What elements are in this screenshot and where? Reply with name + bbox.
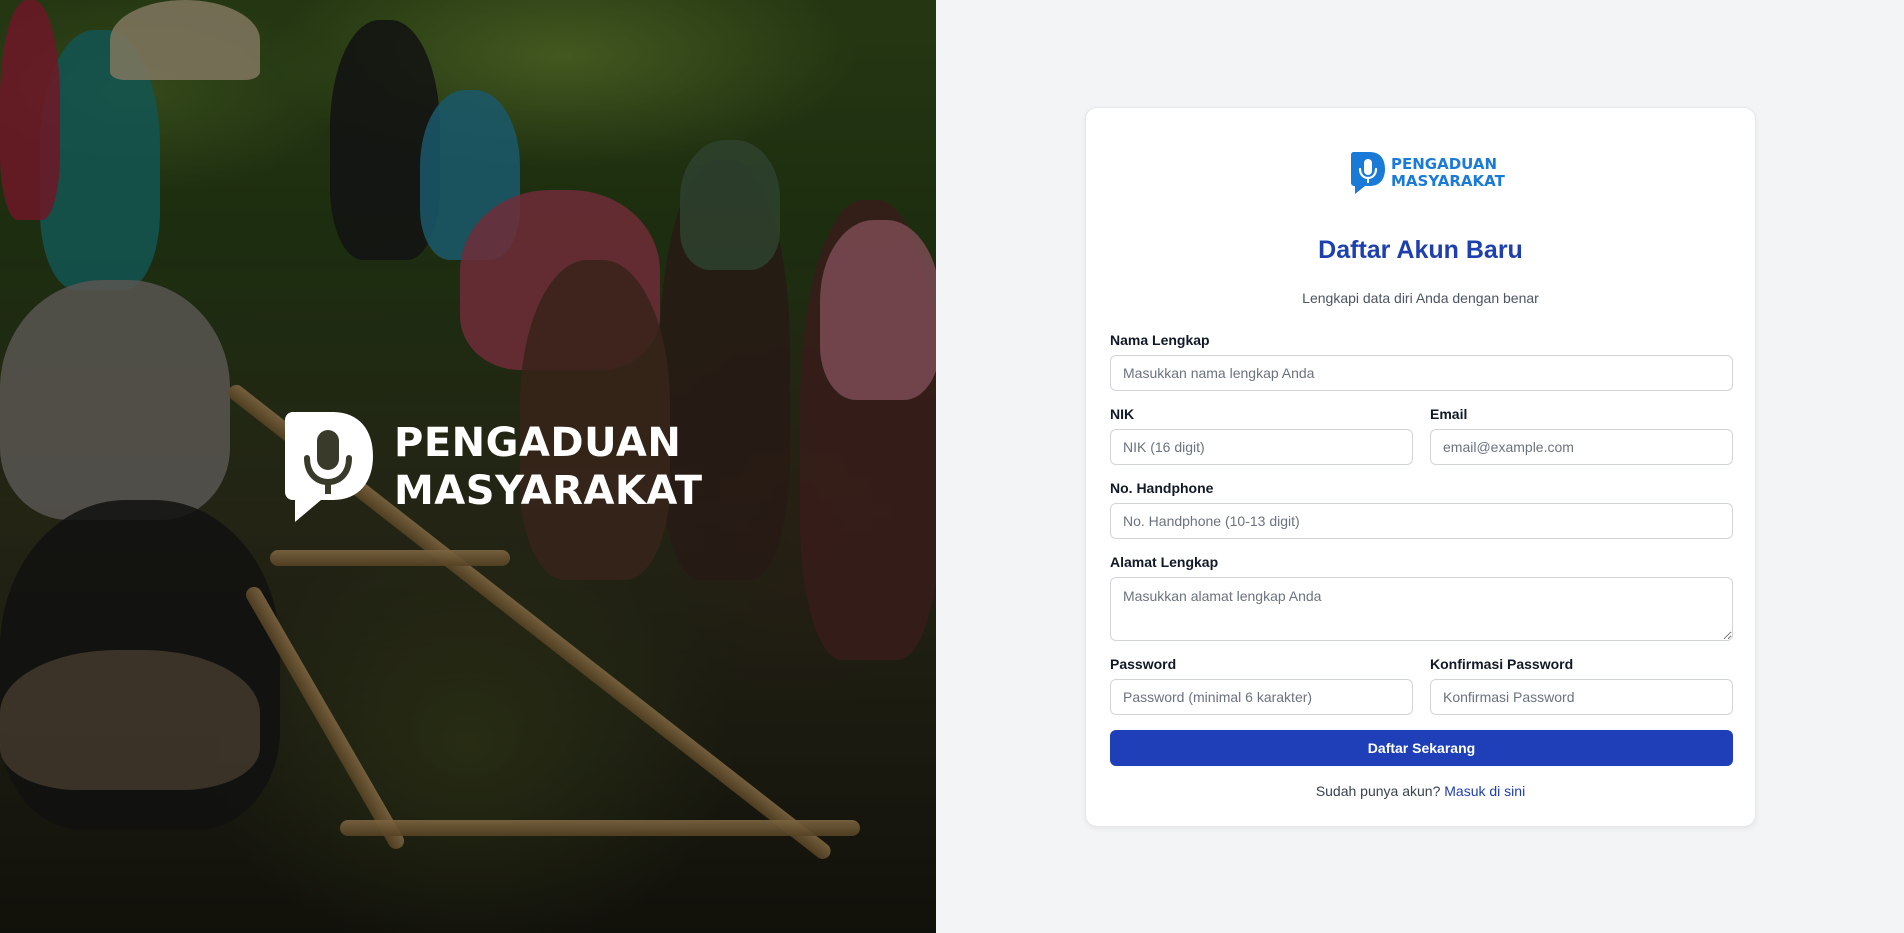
phone-label: No. Handphone [1110, 480, 1214, 496]
hero-logo-line2: MASYARAKAT [394, 468, 703, 514]
phone-input[interactable] [1110, 503, 1733, 539]
register-button[interactable]: Daftar Sekarang [1110, 730, 1733, 766]
password-input[interactable] [1110, 679, 1413, 715]
microphone-speech-logo-icon [285, 412, 373, 522]
hero-logo: PENGADUAN MASYARAKAT [281, 408, 703, 526]
card-logo-line1: PENGADUAN [1391, 155, 1498, 173]
alamat-label: Alamat Lengkap [1110, 554, 1219, 570]
card-logo: PENGADUAN MASYARAKAT [1349, 150, 1505, 196]
alamat-textarea[interactable] [1110, 577, 1733, 641]
microphone-speech-logo-icon [1351, 152, 1385, 194]
confirm-password-label: Konfirmasi Password [1430, 656, 1574, 672]
nama-input[interactable] [1110, 355, 1733, 391]
password-label: Password [1110, 656, 1177, 672]
nik-label: NIK [1110, 406, 1135, 422]
card-logo-line2: MASYARAKAT [1391, 172, 1505, 190]
nik-input[interactable] [1110, 429, 1413, 465]
email-input[interactable] [1430, 429, 1733, 465]
page-subtitle: Lengkapi data diri Anda dengan benar [1302, 290, 1539, 306]
page-title: Daftar Akun Baru [1318, 236, 1523, 264]
nama-label: Nama Lengkap [1110, 332, 1210, 348]
hero-logo-line1: PENGADUAN [394, 420, 682, 466]
login-link[interactable]: Masuk di sini [1444, 783, 1525, 799]
register-card: PENGADUAN MASYARAKAT Daftar Akun Baru Le… [1085, 107, 1756, 827]
email-label: Email [1430, 406, 1468, 422]
login-prompt-text: Sudah punya akun? [1315, 783, 1441, 799]
confirm-password-input[interactable] [1430, 679, 1733, 715]
login-prompt: Sudah punya akun? Masuk di sini [1086, 783, 1755, 799]
hero-image-panel: PENGADUAN MASYARAKAT [0, 0, 936, 933]
